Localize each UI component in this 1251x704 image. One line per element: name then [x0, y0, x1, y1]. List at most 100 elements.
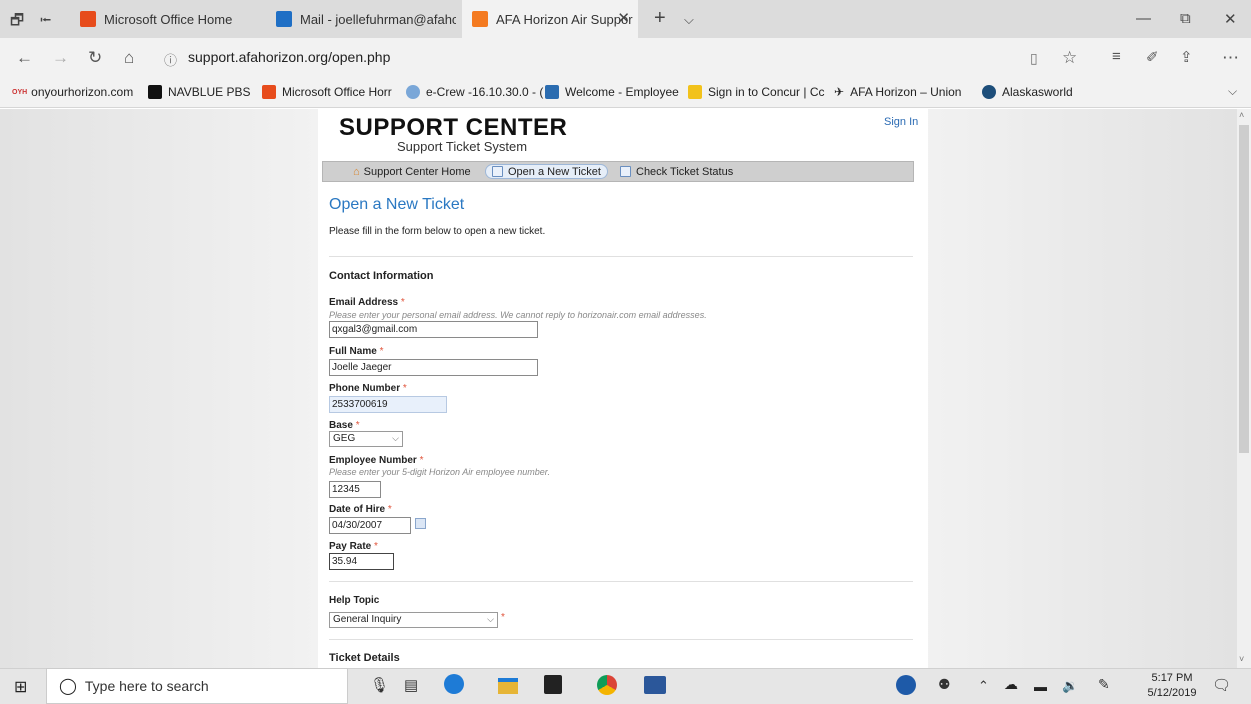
favorite-star-icon[interactable]: ☆: [1062, 48, 1077, 68]
favorite-afa-union[interactable]: ✈ AFA Horizon – Union: [834, 85, 961, 99]
scrollbar-thumb[interactable]: [1239, 125, 1249, 453]
selected-value: GEG: [333, 433, 356, 444]
info-icon[interactable]: ⓘ: [164, 50, 177, 69]
required-marker: *: [419, 455, 424, 466]
tab-title: Mail - joellefuhrman@afahc: [300, 11, 456, 27]
help-icon[interactable]: [896, 675, 916, 695]
onedrive-cloud-icon[interactable]: ☁: [1004, 676, 1018, 693]
calendar-icon[interactable]: [415, 518, 426, 529]
favorite-alaskasworld[interactable]: Alaskasworld: [982, 85, 1073, 99]
favorite-label: Microsoft Office Horr: [282, 85, 392, 99]
label-text: Email Address: [329, 297, 399, 308]
tab-actions-icon[interactable]: 🗗: [10, 10, 24, 35]
word-icon[interactable]: [644, 676, 666, 694]
tab-list-chevron-icon[interactable]: ⌵: [684, 12, 694, 28]
battery-icon[interactable]: ▬: [1034, 679, 1047, 694]
pen-notes-icon[interactable]: ✐: [1146, 48, 1159, 66]
nav-check-ticket-status[interactable]: Check Ticket Status: [614, 164, 739, 179]
cortana-circle-icon: ◯: [59, 678, 77, 695]
clock-date: 5/12/2019: [1147, 687, 1197, 699]
tab-title: Microsoft Office Home: [104, 11, 233, 27]
microphone-icon[interactable]: 🎙: [370, 676, 389, 694]
tab-office-home[interactable]: Microsoft Office Home: [70, 0, 260, 38]
favorite-ecrew[interactable]: e-Crew -16.10.30.0 - (: [406, 85, 543, 99]
action-center-icon[interactable]: 🗨: [1212, 676, 1231, 694]
show-hidden-icons-chevron[interactable]: ⌃: [978, 678, 989, 694]
back-arrow-icon[interactable]: ←: [16, 48, 33, 68]
scroll-down-icon[interactable]: ˅: [1239, 654, 1244, 664]
share-icon[interactable]: ⇪: [1180, 48, 1193, 66]
task-view-icon[interactable]: ▤: [404, 676, 418, 694]
full-name-input[interactable]: [329, 359, 538, 376]
date-of-hire-label: Date of Hire *: [329, 504, 392, 515]
tab-mail[interactable]: Mail - joellefuhrman@afahc: [266, 0, 456, 38]
edge-page-icon: [406, 85, 420, 99]
people-icon[interactable]: ⚉: [938, 676, 951, 693]
file-explorer-icon[interactable]: [498, 678, 518, 694]
ticket-status-icon: [620, 166, 631, 177]
new-ticket-icon: [492, 166, 503, 177]
favorite-concur[interactable]: Sign in to Concur | Cc: [688, 85, 825, 99]
favorite-label: AFA Horizon – Union: [850, 85, 962, 99]
favorites-hub-icon[interactable]: ≡: [1112, 48, 1121, 65]
pen-workspace-icon[interactable]: ✎: [1098, 676, 1110, 693]
address-bar-row: ← → ↻ ⌂ ⓘ support.afahorizon.org/open.ph…: [0, 38, 1251, 78]
pay-rate-input[interactable]: [329, 553, 394, 570]
close-tab-icon[interactable]: ✕: [617, 9, 630, 27]
full-name-label: Full Name *: [329, 346, 383, 357]
store-icon[interactable]: [544, 675, 562, 694]
required-marker: *: [379, 346, 384, 357]
employee-number-hint: Please enter your 5-digit Horizon Air em…: [329, 467, 550, 477]
help-topic-select[interactable]: General Inquiry ⌵: [329, 612, 498, 628]
favorite-navblue[interactable]: NAVBLUE PBS: [148, 85, 250, 99]
taskbar-search-box[interactable]: ◯ Type here to search: [46, 668, 348, 704]
divider: [329, 639, 913, 640]
restore-icon[interactable]: ⧉: [1180, 10, 1191, 27]
reading-view-icon[interactable]: ▯: [1030, 50, 1038, 67]
required-marker: *: [501, 612, 505, 623]
scroll-up-icon[interactable]: ˄: [1239, 110, 1244, 120]
site-logo-title[interactable]: SUPPORT CENTER: [339, 114, 567, 142]
sign-in-link[interactable]: Sign In: [884, 116, 918, 128]
more-menu-icon[interactable]: ⋯: [1222, 48, 1239, 68]
airplane-icon: ✈: [834, 85, 845, 99]
employee-number-input[interactable]: [329, 481, 381, 498]
email-label: Email Address *: [329, 297, 405, 308]
edge-browser-icon[interactable]: [444, 674, 464, 694]
url-field[interactable]: support.afahorizon.org/open.php: [188, 49, 390, 65]
office-icon: [262, 85, 276, 99]
intro-text: Please fill in the form below to open a …: [329, 226, 546, 237]
favorite-onyourhorizon[interactable]: OYH onyourhorizon.com: [12, 85, 133, 99]
forward-arrow-icon[interactable]: →: [52, 48, 69, 68]
favorite-welcome-employee[interactable]: Welcome - Employee: [545, 85, 679, 99]
phone-input[interactable]: [329, 396, 447, 413]
nav-label: Open a New Ticket: [508, 165, 601, 178]
taskbar-clock[interactable]: 5:17 PM 5/12/2019: [1147, 671, 1197, 701]
base-select[interactable]: GEG ⌵: [329, 431, 403, 447]
nav-open-new-ticket[interactable]: Open a New Ticket: [485, 164, 608, 179]
home-icon[interactable]: ⌂: [124, 48, 134, 68]
label-text: Employee Number: [329, 455, 417, 466]
favorites-overflow-chevron-icon[interactable]: ⌵: [1228, 84, 1237, 99]
clock-time: 5:17 PM: [1151, 672, 1193, 684]
email-input[interactable]: [329, 321, 538, 338]
phone-label: Phone Number *: [329, 383, 407, 394]
base-label: Base *: [329, 420, 360, 431]
employee-number-label: Employee Number *: [329, 455, 424, 466]
chevron-down-icon: ⌵: [392, 433, 399, 443]
tab-afa-support[interactable]: AFA Horizon Air Suppor ✕: [462, 0, 638, 38]
window-close-icon[interactable]: ✕: [1224, 10, 1237, 28]
refresh-icon[interactable]: ↻: [88, 48, 102, 68]
chrome-icon[interactable]: [597, 675, 617, 695]
date-of-hire-input[interactable]: [329, 517, 411, 534]
nav-support-center-home[interactable]: ⌂ Support Center Home: [347, 164, 477, 179]
favorite-office[interactable]: Microsoft Office Horr: [262, 85, 392, 99]
required-marker: *: [402, 383, 407, 394]
windows-start-icon[interactable]: ⊞: [14, 677, 27, 697]
new-tab-icon[interactable]: +: [654, 7, 666, 30]
set-aside-tabs-icon[interactable]: ⭰: [40, 10, 51, 35]
favorite-label: Welcome - Employee: [565, 85, 679, 99]
outlook-icon: [276, 11, 292, 27]
minimize-icon[interactable]: —: [1136, 10, 1151, 27]
volume-icon[interactable]: 🔉: [1062, 678, 1078, 694]
